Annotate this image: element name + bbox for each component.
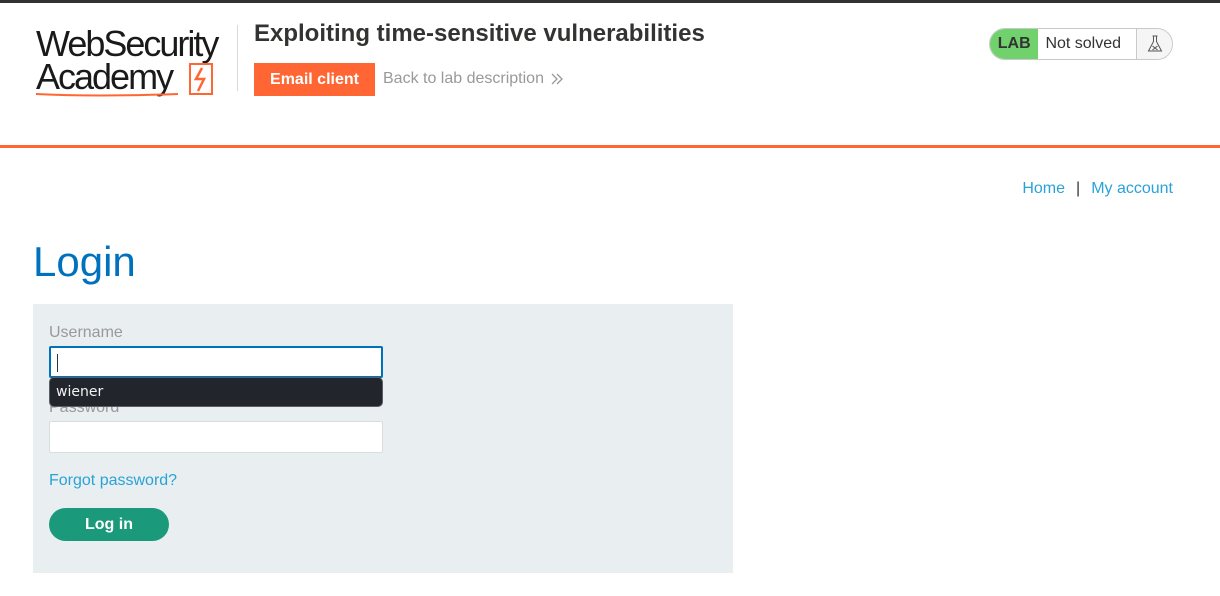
- double-chevron-right-icon: [551, 73, 563, 85]
- logo-bolt-icon: [35, 63, 213, 97]
- lab-status-text: Not solved: [1045, 35, 1122, 52]
- forgot-password-link[interactable]: Forgot password?: [49, 472, 177, 490]
- back-to-lab-description-link[interactable]: Back to lab description: [383, 70, 564, 88]
- page-title: Login: [33, 238, 136, 285]
- lab-title: Exploiting time-sensitive vulnerabilitie…: [254, 20, 705, 47]
- header-accent-rule: [0, 145, 1220, 148]
- web-security-academy-logo[interactable]: WebSecurity Academy: [34, 23, 234, 98]
- nav-home-link[interactable]: Home: [1022, 180, 1065, 198]
- autocomplete-suggestion[interactable]: wiener: [49, 377, 383, 407]
- lab-header: WebSecurity Academy Exploiting time-sens…: [0, 3, 1220, 145]
- lab-badge: LAB: [990, 29, 1039, 59]
- top-nav: Home | My account: [1022, 180, 1173, 198]
- password-input[interactable]: [49, 421, 383, 453]
- text-caret: [57, 354, 58, 372]
- back-link-label: Back to lab description: [383, 70, 544, 87]
- flask-icon: [1136, 29, 1172, 59]
- username-input[interactable]: [49, 346, 383, 378]
- nav-separator: |: [1076, 180, 1081, 197]
- lab-status-widget: LAB Not solved: [989, 28, 1173, 60]
- username-label: Username: [49, 324, 123, 341]
- header-divider: [237, 25, 238, 91]
- nav-my-account-link[interactable]: My account: [1091, 180, 1173, 198]
- log-in-button[interactable]: Log in: [49, 508, 169, 541]
- email-client-button[interactable]: Email client: [254, 63, 375, 96]
